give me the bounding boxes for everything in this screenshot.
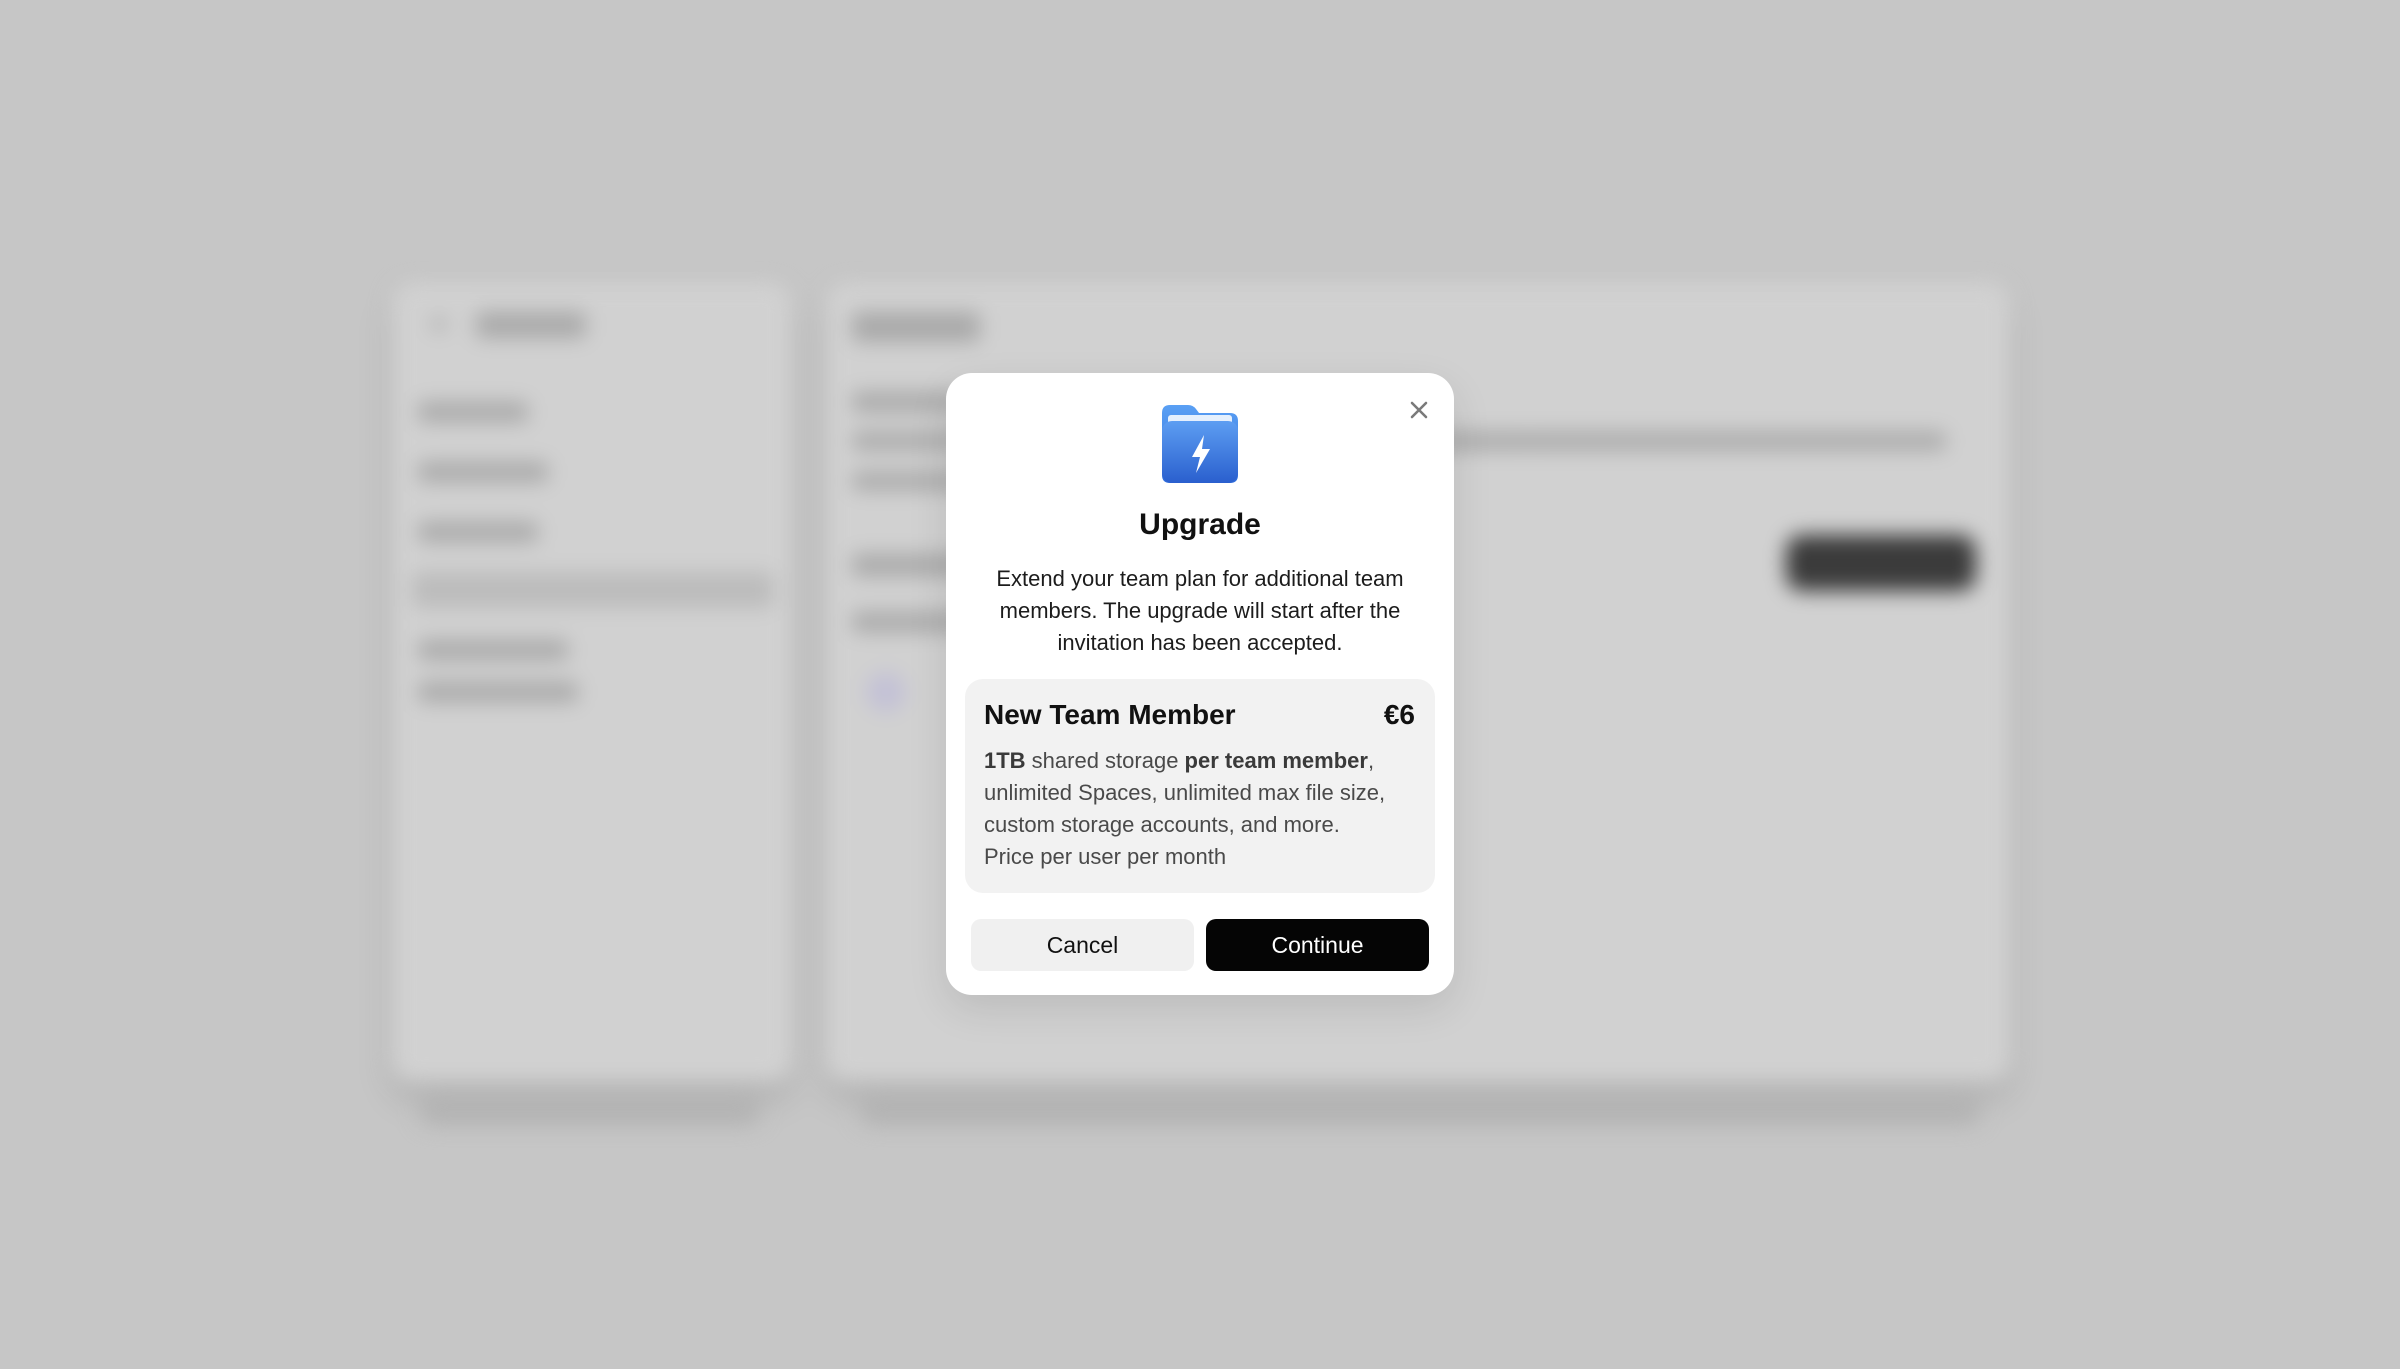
- plan-storage-scope: per team member: [1184, 748, 1368, 773]
- continue-button[interactable]: Continue: [1206, 919, 1429, 971]
- plan-header: New Team Member €6: [984, 699, 1415, 731]
- background-selected-row: [412, 572, 774, 608]
- upgrade-dialog: Upgrade Extend your team plan for additi…: [946, 373, 1454, 995]
- plan-features: 1TB shared storage per team member, unli…: [984, 745, 1415, 873]
- close-button[interactable]: [1404, 395, 1434, 425]
- dialog-description: Extend your team plan for additional tea…: [996, 566, 1404, 655]
- plan-card: New Team Member €6 1TB shared storage pe…: [965, 679, 1435, 893]
- background-sidebar: [392, 282, 792, 1082]
- plan-storage-amount: 1TB: [984, 748, 1026, 773]
- background-avatar: [866, 672, 906, 712]
- cancel-button[interactable]: Cancel: [971, 919, 1194, 971]
- close-icon: [1410, 401, 1428, 419]
- lightning-folder-icon: [1162, 405, 1238, 483]
- background-action-button: [1786, 535, 1976, 591]
- plan-price: €6: [1383, 699, 1415, 730]
- plan-storage-text: shared storage: [1025, 748, 1185, 773]
- plan-price-note: Price per user per month: [984, 844, 1227, 869]
- plan-name: New Team Member: [984, 699, 1236, 730]
- dialog-title: Upgrade: [1139, 508, 1261, 541]
